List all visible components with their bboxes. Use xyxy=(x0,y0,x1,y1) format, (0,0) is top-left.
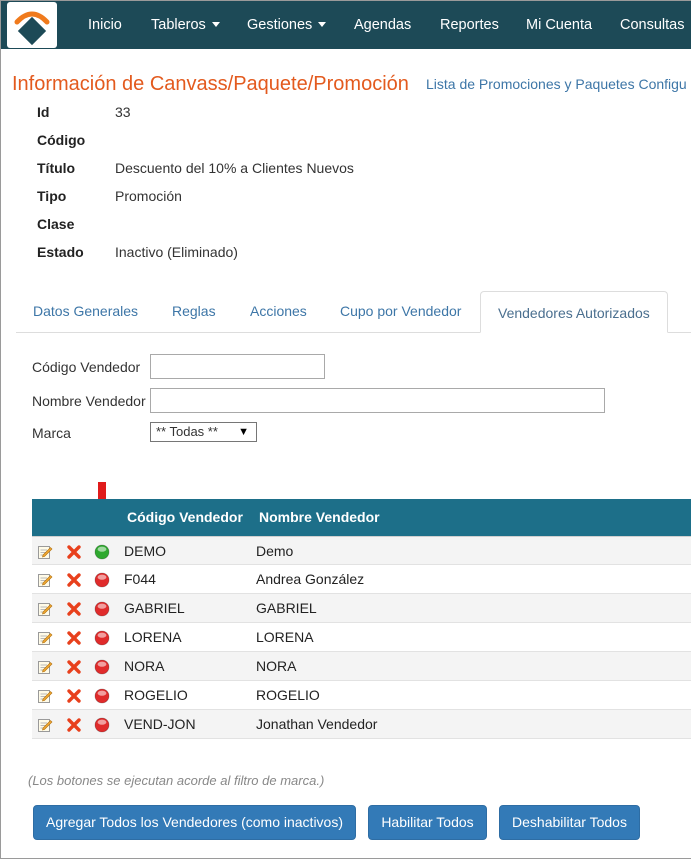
row-nombre-vendedor: ROGELIO xyxy=(256,687,320,703)
status-toggle-icon[interactable] xyxy=(94,717,110,733)
status-toggle-icon[interactable] xyxy=(94,659,110,675)
nav-gestiones[interactable]: Gestiones xyxy=(247,1,327,49)
edit-icon[interactable] xyxy=(37,601,53,617)
tab-datos-generales[interactable]: Datos Generales xyxy=(33,291,138,333)
tab-reglas[interactable]: Reglas xyxy=(172,291,216,333)
codigo-vendedor-input[interactable] xyxy=(150,354,325,379)
page-frame: Inicio Tableros Gestiones Agendas Report… xyxy=(0,0,691,859)
row-nombre-vendedor: Jonathan Vendedor xyxy=(256,716,378,732)
codigo-label: Código xyxy=(37,132,86,148)
id-label: Id xyxy=(37,104,50,120)
row-codigo-vendedor: ROGELIO xyxy=(124,687,188,703)
vendors-table-header: Código Vendedor Nombre Vendedor xyxy=(32,499,691,536)
marca-selected-value: ** Todas ** xyxy=(156,424,218,439)
row-codigo-vendedor: F044 xyxy=(124,571,156,587)
delete-icon[interactable] xyxy=(66,601,82,617)
table-row: GABRIEL GABRIEL xyxy=(32,594,691,623)
delete-icon[interactable] xyxy=(66,659,82,675)
tipo-value: Promoción xyxy=(115,188,182,204)
marca-label: Marca xyxy=(32,425,71,441)
table-row: NORA NORA xyxy=(32,652,691,681)
clase-label: Clase xyxy=(37,216,75,232)
row-codigo-vendedor: NORA xyxy=(124,658,165,674)
row-nombre-vendedor: GABRIEL xyxy=(256,600,317,616)
titulo-value: Descuento del 10% a Clientes Nuevos xyxy=(115,160,354,176)
row-nombre-vendedor: Demo xyxy=(256,543,294,559)
dropdown-arrow-icon: ▼ xyxy=(238,426,249,438)
nav-agendas[interactable]: Agendas xyxy=(354,1,411,49)
chevron-down-icon xyxy=(318,21,327,27)
row-nombre-vendedor: NORA xyxy=(256,658,297,674)
nav-consultas[interactable]: Consultas xyxy=(620,1,684,49)
status-toggle-icon[interactable] xyxy=(94,601,110,617)
edit-icon[interactable] xyxy=(37,630,53,646)
brand-filter-note: (Los botones se ejecutan acorde al filtr… xyxy=(28,773,325,788)
enable-all-button[interactable]: Habilitar Todos xyxy=(368,805,487,840)
row-codigo-vendedor: VEND-JON xyxy=(124,716,196,732)
disable-all-button[interactable]: Deshabilitar Todos xyxy=(499,805,640,840)
row-nombre-vendedor: Andrea González xyxy=(256,571,365,587)
row-codigo-vendedor: LORENA xyxy=(124,629,182,645)
titulo-label: Título xyxy=(37,160,76,176)
logo-mark-icon xyxy=(14,11,50,46)
edit-icon[interactable] xyxy=(37,659,53,675)
col-codigo-vendedor[interactable]: Código Vendedor xyxy=(127,499,243,536)
status-toggle-icon[interactable] xyxy=(94,630,110,646)
row-nombre-vendedor: LORENA xyxy=(256,629,314,645)
codigo-vendedor-label: Código Vendedor xyxy=(32,359,141,375)
tab-cupo-por-vendedor[interactable]: Cupo por Vendedor xyxy=(340,291,461,333)
nav-mi-cuenta[interactable]: Mi Cuenta xyxy=(526,1,592,49)
edit-icon[interactable] xyxy=(37,544,53,560)
delete-icon[interactable] xyxy=(66,688,82,704)
edit-icon[interactable] xyxy=(37,717,53,733)
delete-icon[interactable] xyxy=(66,630,82,646)
page-title: Información de Canvass/Paquete/Promoción xyxy=(12,73,409,95)
table-row: VEND-JON Jonathan Vendedor xyxy=(32,710,691,739)
delete-icon[interactable] xyxy=(66,572,82,588)
app-logo[interactable] xyxy=(7,2,57,48)
add-all-vendors-button[interactable]: Agregar Todos los Vendedores (como inact… xyxy=(33,805,356,840)
tab-vendedores-autorizados[interactable]: Vendedores Autorizados xyxy=(480,291,668,333)
edit-icon[interactable] xyxy=(37,688,53,704)
row-codigo-vendedor: GABRIEL xyxy=(124,600,185,616)
marca-select[interactable]: ** Todas ** ▼ xyxy=(150,422,257,442)
top-navbar: Inicio Tableros Gestiones Agendas Report… xyxy=(1,1,691,49)
nav-tableros[interactable]: Tableros xyxy=(151,1,220,49)
delete-icon[interactable] xyxy=(66,717,82,733)
estado-value: Inactivo (Eliminado) xyxy=(115,244,238,260)
table-row: ROGELIO ROGELIO xyxy=(32,681,691,710)
chevron-down-icon xyxy=(211,21,220,27)
edit-icon[interactable] xyxy=(37,572,53,588)
tipo-label: Tipo xyxy=(37,188,67,204)
table-row: LORENA LORENA xyxy=(32,623,691,652)
delete-icon[interactable] xyxy=(66,544,82,560)
nombre-vendedor-input[interactable] xyxy=(150,388,605,413)
nav-reportes[interactable]: Reportes xyxy=(440,1,499,49)
nombre-vendedor-label: Nombre Vendedor xyxy=(32,393,146,409)
nav-inicio[interactable]: Inicio xyxy=(88,1,122,49)
tab-acciones[interactable]: Acciones xyxy=(250,291,307,333)
row-codigo-vendedor: DEMO xyxy=(124,543,166,559)
status-toggle-icon[interactable] xyxy=(94,572,110,588)
id-value: 33 xyxy=(115,104,131,120)
promotions-list-link[interactable]: Lista de Promociones y Paquetes Configu xyxy=(426,76,687,92)
status-toggle-icon[interactable] xyxy=(94,544,110,560)
status-toggle-icon[interactable] xyxy=(94,688,110,704)
table-row: F044 Andrea González xyxy=(32,565,691,594)
col-nombre-vendedor[interactable]: Nombre Vendedor xyxy=(259,499,380,536)
estado-label: Estado xyxy=(37,244,84,260)
table-row: DEMO Demo xyxy=(32,536,691,565)
